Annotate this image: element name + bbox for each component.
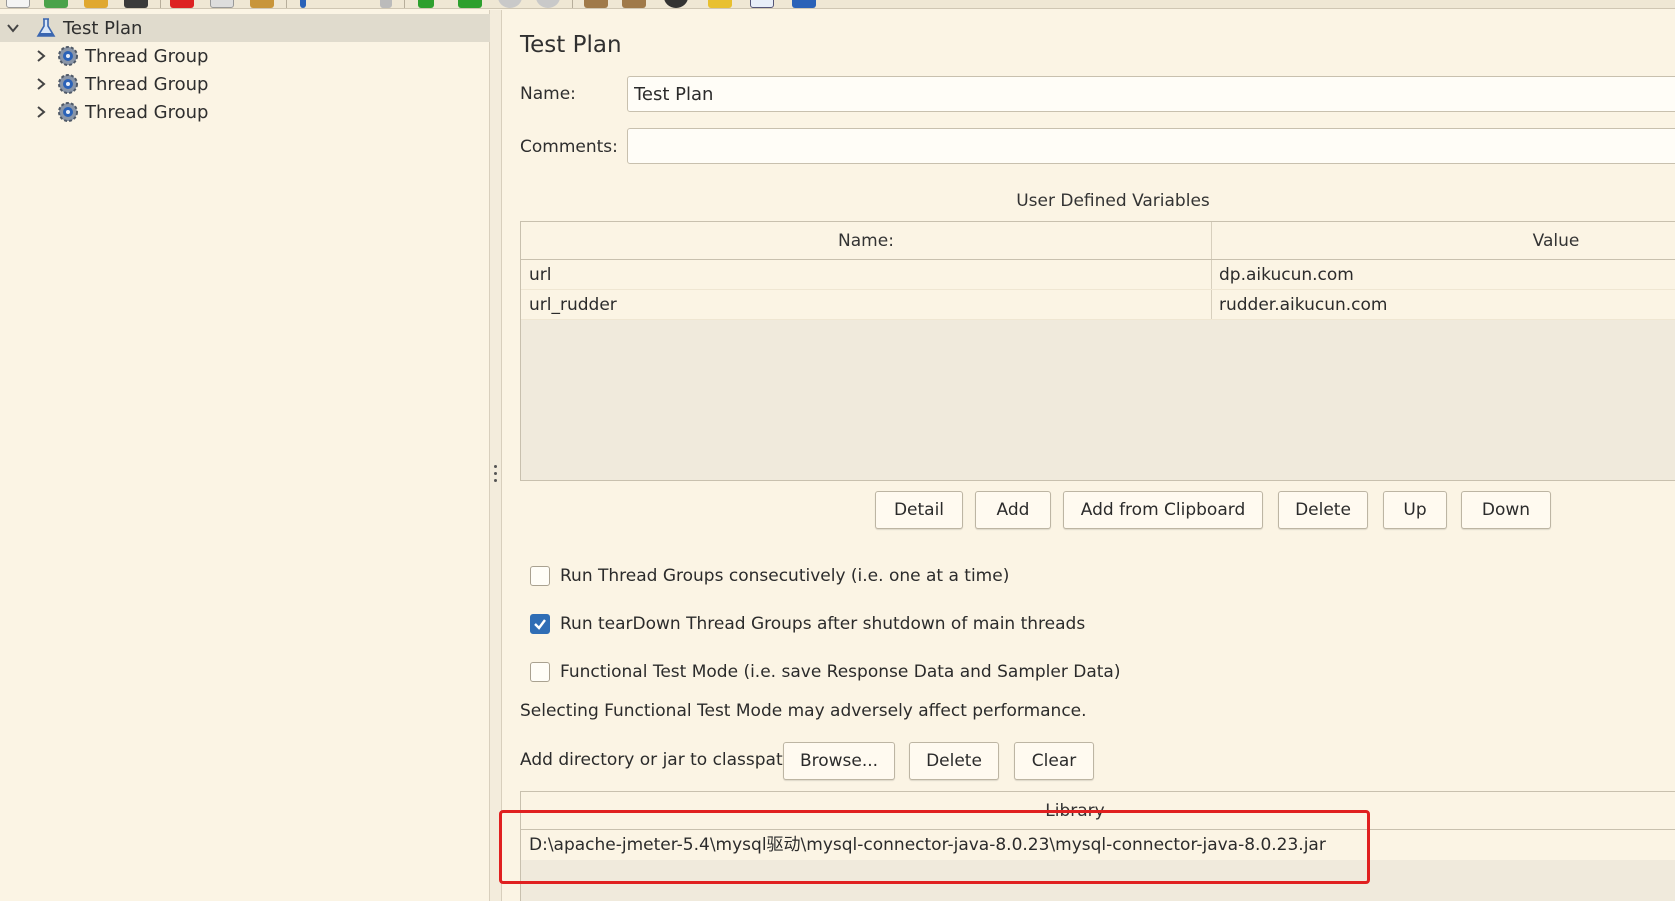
functional-mode-checkbox[interactable] (530, 662, 550, 682)
column-header-name[interactable]: Name: (521, 222, 1211, 260)
checkbox-label: Run Thread Groups consecutively (i.e. on… (560, 566, 1010, 586)
variable-value-cell[interactable]: rudder.aikucun.com (1211, 290, 1387, 320)
tree-node-label: Thread Group (85, 45, 209, 67)
variable-value-cell[interactable]: dp.aikucun.com (1211, 260, 1354, 290)
help-icon[interactable] (792, 0, 816, 8)
toolbar-separator (572, 0, 573, 8)
run-consecutively-option[interactable]: Run Thread Groups consecutively (i.e. on… (530, 564, 1009, 588)
run-teardown-checkbox[interactable] (530, 614, 550, 634)
start-icon[interactable] (418, 0, 434, 8)
toolbar-separator (404, 0, 405, 8)
column-header-value[interactable]: Value (1211, 222, 1675, 260)
clear-button[interactable]: Clear (1014, 742, 1094, 780)
functional-mode-note: Selecting Functional Test Mode may adver… (520, 701, 1087, 721)
gear-icon (55, 71, 81, 97)
add-button[interactable]: Add (975, 491, 1051, 529)
drag-handle-icon[interactable] (494, 465, 498, 485)
chevron-right-icon[interactable] (33, 48, 49, 64)
start-no-pauses-icon[interactable] (458, 0, 482, 8)
cut-icon[interactable] (170, 0, 194, 8)
clear-all-icon[interactable] (622, 0, 646, 8)
library-table: Library D:\apache-jmeter-5.4\mysql驱动\mys… (520, 791, 1675, 901)
library-header-label: Library (1045, 801, 1105, 821)
run-teardown-option[interactable]: Run tearDown Thread Groups after shutdow… (530, 612, 1085, 636)
copy-icon[interactable] (210, 0, 234, 8)
up-button[interactable]: Up (1383, 491, 1447, 529)
delete-variable-button[interactable]: Delete (1278, 491, 1368, 529)
delete-classpath-button[interactable]: Delete (909, 742, 999, 780)
variable-name-cell[interactable]: url_rudder (521, 290, 617, 320)
tree-node-label: Thread Group (85, 73, 209, 95)
expand-icon[interactable] (300, 0, 306, 8)
table-row[interactable]: D:\apache-jmeter-5.4\mysql驱动\mysql-conne… (521, 830, 1675, 860)
detail-button[interactable]: Detail (875, 491, 963, 529)
comments-field[interactable] (627, 128, 1675, 164)
gear-icon (55, 43, 81, 69)
page-title: Test Plan (520, 32, 622, 58)
table-row[interactable]: url dp.aikucun.com (521, 260, 1675, 290)
tree-node-label: Test Plan (63, 17, 143, 39)
save-icon[interactable] (124, 0, 148, 8)
panel-splitter[interactable] (490, 10, 502, 901)
tree-node-label: Thread Group (85, 101, 209, 123)
paste-icon[interactable] (250, 0, 274, 8)
flask-icon (33, 15, 59, 41)
chevron-down-icon[interactable] (5, 20, 21, 36)
toggle-icon[interactable] (380, 0, 392, 8)
new-icon[interactable] (6, 0, 30, 8)
tree-node-thread-group[interactable]: Thread Group (0, 98, 490, 126)
run-consecutively-checkbox[interactable] (530, 566, 550, 586)
gear-icon (55, 99, 81, 125)
user-defined-variables-table: Name: Value url dp.aikucun.com url_rudde… (520, 221, 1675, 481)
toolbar (0, 0, 1675, 9)
test-plan-tree: Test Plan Thread Group Thread Group Thre… (0, 10, 490, 901)
chevron-right-icon[interactable] (33, 76, 49, 92)
name-field[interactable] (627, 76, 1675, 112)
udv-section-title: User Defined Variables (1016, 191, 1210, 211)
table-header: Name: Value (521, 222, 1675, 260)
function-helper-icon[interactable] (750, 0, 774, 8)
browse-button[interactable]: Browse... (783, 742, 895, 780)
comments-label: Comments: (520, 137, 618, 157)
templates-icon[interactable] (44, 0, 68, 8)
variable-name-cell[interactable]: url (521, 260, 552, 290)
functional-mode-option[interactable]: Functional Test Mode (i.e. save Response… (530, 660, 1120, 684)
add-from-clipboard-button[interactable]: Add from Clipboard (1063, 491, 1263, 529)
checkmark-icon (534, 619, 546, 630)
name-label: Name: (520, 84, 576, 104)
column-header-library[interactable]: Library (521, 792, 1675, 830)
chevron-right-icon[interactable] (33, 104, 49, 120)
down-button[interactable]: Down (1461, 491, 1551, 529)
classpath-label: Add directory or jar to classpath (520, 750, 794, 770)
tree-node-thread-group[interactable]: Thread Group (0, 70, 490, 98)
toolbar-separator (286, 0, 287, 8)
open-icon[interactable] (84, 0, 108, 8)
checkbox-label: Functional Test Mode (i.e. save Response… (560, 662, 1121, 682)
shutdown-icon[interactable] (536, 0, 560, 8)
tree-node-test-plan[interactable]: Test Plan (0, 14, 490, 42)
checkbox-label: Run tearDown Thread Groups after shutdow… (560, 614, 1086, 634)
toolbar-separator (160, 0, 161, 8)
stop-icon[interactable] (498, 0, 522, 8)
tree-node-thread-group[interactable]: Thread Group (0, 42, 490, 70)
clear-icon[interactable] (584, 0, 608, 8)
test-plan-editor: Test Plan Name: Comments: User Defined V… (503, 10, 1675, 901)
search-icon[interactable] (664, 0, 688, 8)
reset-search-icon[interactable] (708, 0, 732, 8)
table-row[interactable]: url_rudder rudder.aikucun.com (521, 290, 1675, 320)
